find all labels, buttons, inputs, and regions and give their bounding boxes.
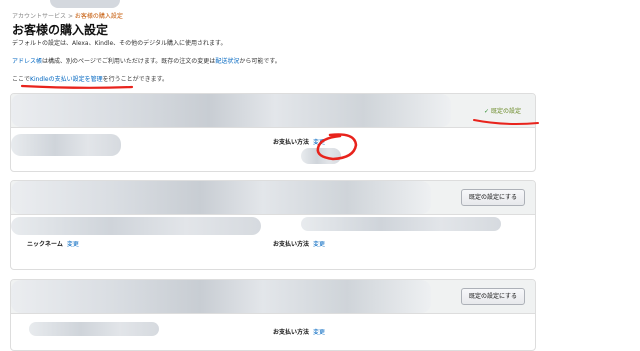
breadcrumb: アカウントサービス > お客様の購入設定 (12, 11, 123, 20)
intro-line-3-pre: ここで (12, 76, 31, 83)
change-payment-link[interactable]: 変更 (313, 139, 325, 146)
purchase-setting-card-default: ✓ 既定の設定 お支払い方法 変更 (10, 93, 536, 172)
set-default-button[interactable]: 既定の設定にする (460, 288, 525, 305)
checkmark-icon: ✓ (483, 108, 489, 115)
change-nickname-link[interactable]: 変更 (67, 241, 79, 248)
intro-line-2-end: から可能です。 (239, 58, 281, 65)
intro-line-1: デフォルトの設定は、Alexa、Kindle、その他のデジタル購入に使用されます… (12, 40, 227, 47)
redacted-area (29, 322, 159, 336)
purchase-setting-card: 既定の設定にする お支払い方法 変更 (10, 279, 536, 351)
redacted-area (301, 148, 341, 164)
card-header: 既定の設定にする (11, 181, 535, 215)
breadcrumb-parent[interactable]: アカウントサービス (12, 13, 66, 20)
default-setting-label: 既定の設定 (490, 108, 521, 115)
page-title: お客様の購入設定 (12, 23, 109, 37)
kindle-payment-link[interactable]: Kindleの支払い設定を管理 (30, 76, 103, 83)
intro-line-3-post: を行うことができます。 (102, 76, 168, 83)
underline-annotation (20, 84, 134, 89)
redacted-area (11, 134, 121, 156)
set-default-button[interactable]: 既定の設定にする (460, 189, 525, 206)
payment-method-row: お支払い方法 変更 (273, 137, 325, 146)
payment-method-label: お支払い方法 (273, 241, 310, 248)
intro-line-3: ここでKindleの支払い設定を管理を行うことができます。 (12, 74, 168, 83)
default-setting-badge: ✓ 既定の設定 (484, 106, 521, 115)
payment-method-row: お支払い方法 変更 (273, 327, 325, 336)
redacted-area (301, 217, 501, 231)
breadcrumb-current: お客様の購入設定 (74, 13, 123, 20)
redacted-area (11, 94, 451, 127)
payment-method-label: お支払い方法 (273, 139, 310, 146)
payment-method-row: お支払い方法 変更 (273, 239, 325, 248)
redacted-area (11, 217, 261, 235)
address-book-link[interactable]: アドレス帳 (12, 58, 42, 65)
redacted-area (11, 181, 431, 214)
change-payment-link[interactable]: 変更 (313, 241, 325, 248)
breadcrumb-separator: > (67, 13, 73, 20)
nickname-row: ニックネーム 変更 (27, 239, 79, 248)
nickname-label: ニックネーム (27, 241, 63, 248)
card-header: 既定の設定にする (11, 280, 535, 314)
logo-placeholder (50, 0, 120, 8)
intro-line-2: アドレス帳は構成、別のページでご利用いただけます。既存の注文の変更は配送状況から… (12, 56, 281, 65)
intro-line-2-text: は構成、別のページでご利用いただけます。既存の注文の変更は (42, 58, 216, 65)
card-header: ✓ 既定の設定 (11, 94, 535, 128)
change-payment-link[interactable]: 変更 (313, 329, 325, 336)
purchase-setting-card: 既定の設定にする ニックネーム 変更 お支払い方法 変更 (10, 180, 536, 270)
redacted-area (11, 280, 431, 313)
payment-method-label: お支払い方法 (273, 329, 310, 336)
order-status-link[interactable]: 配送状況 (215, 58, 239, 65)
